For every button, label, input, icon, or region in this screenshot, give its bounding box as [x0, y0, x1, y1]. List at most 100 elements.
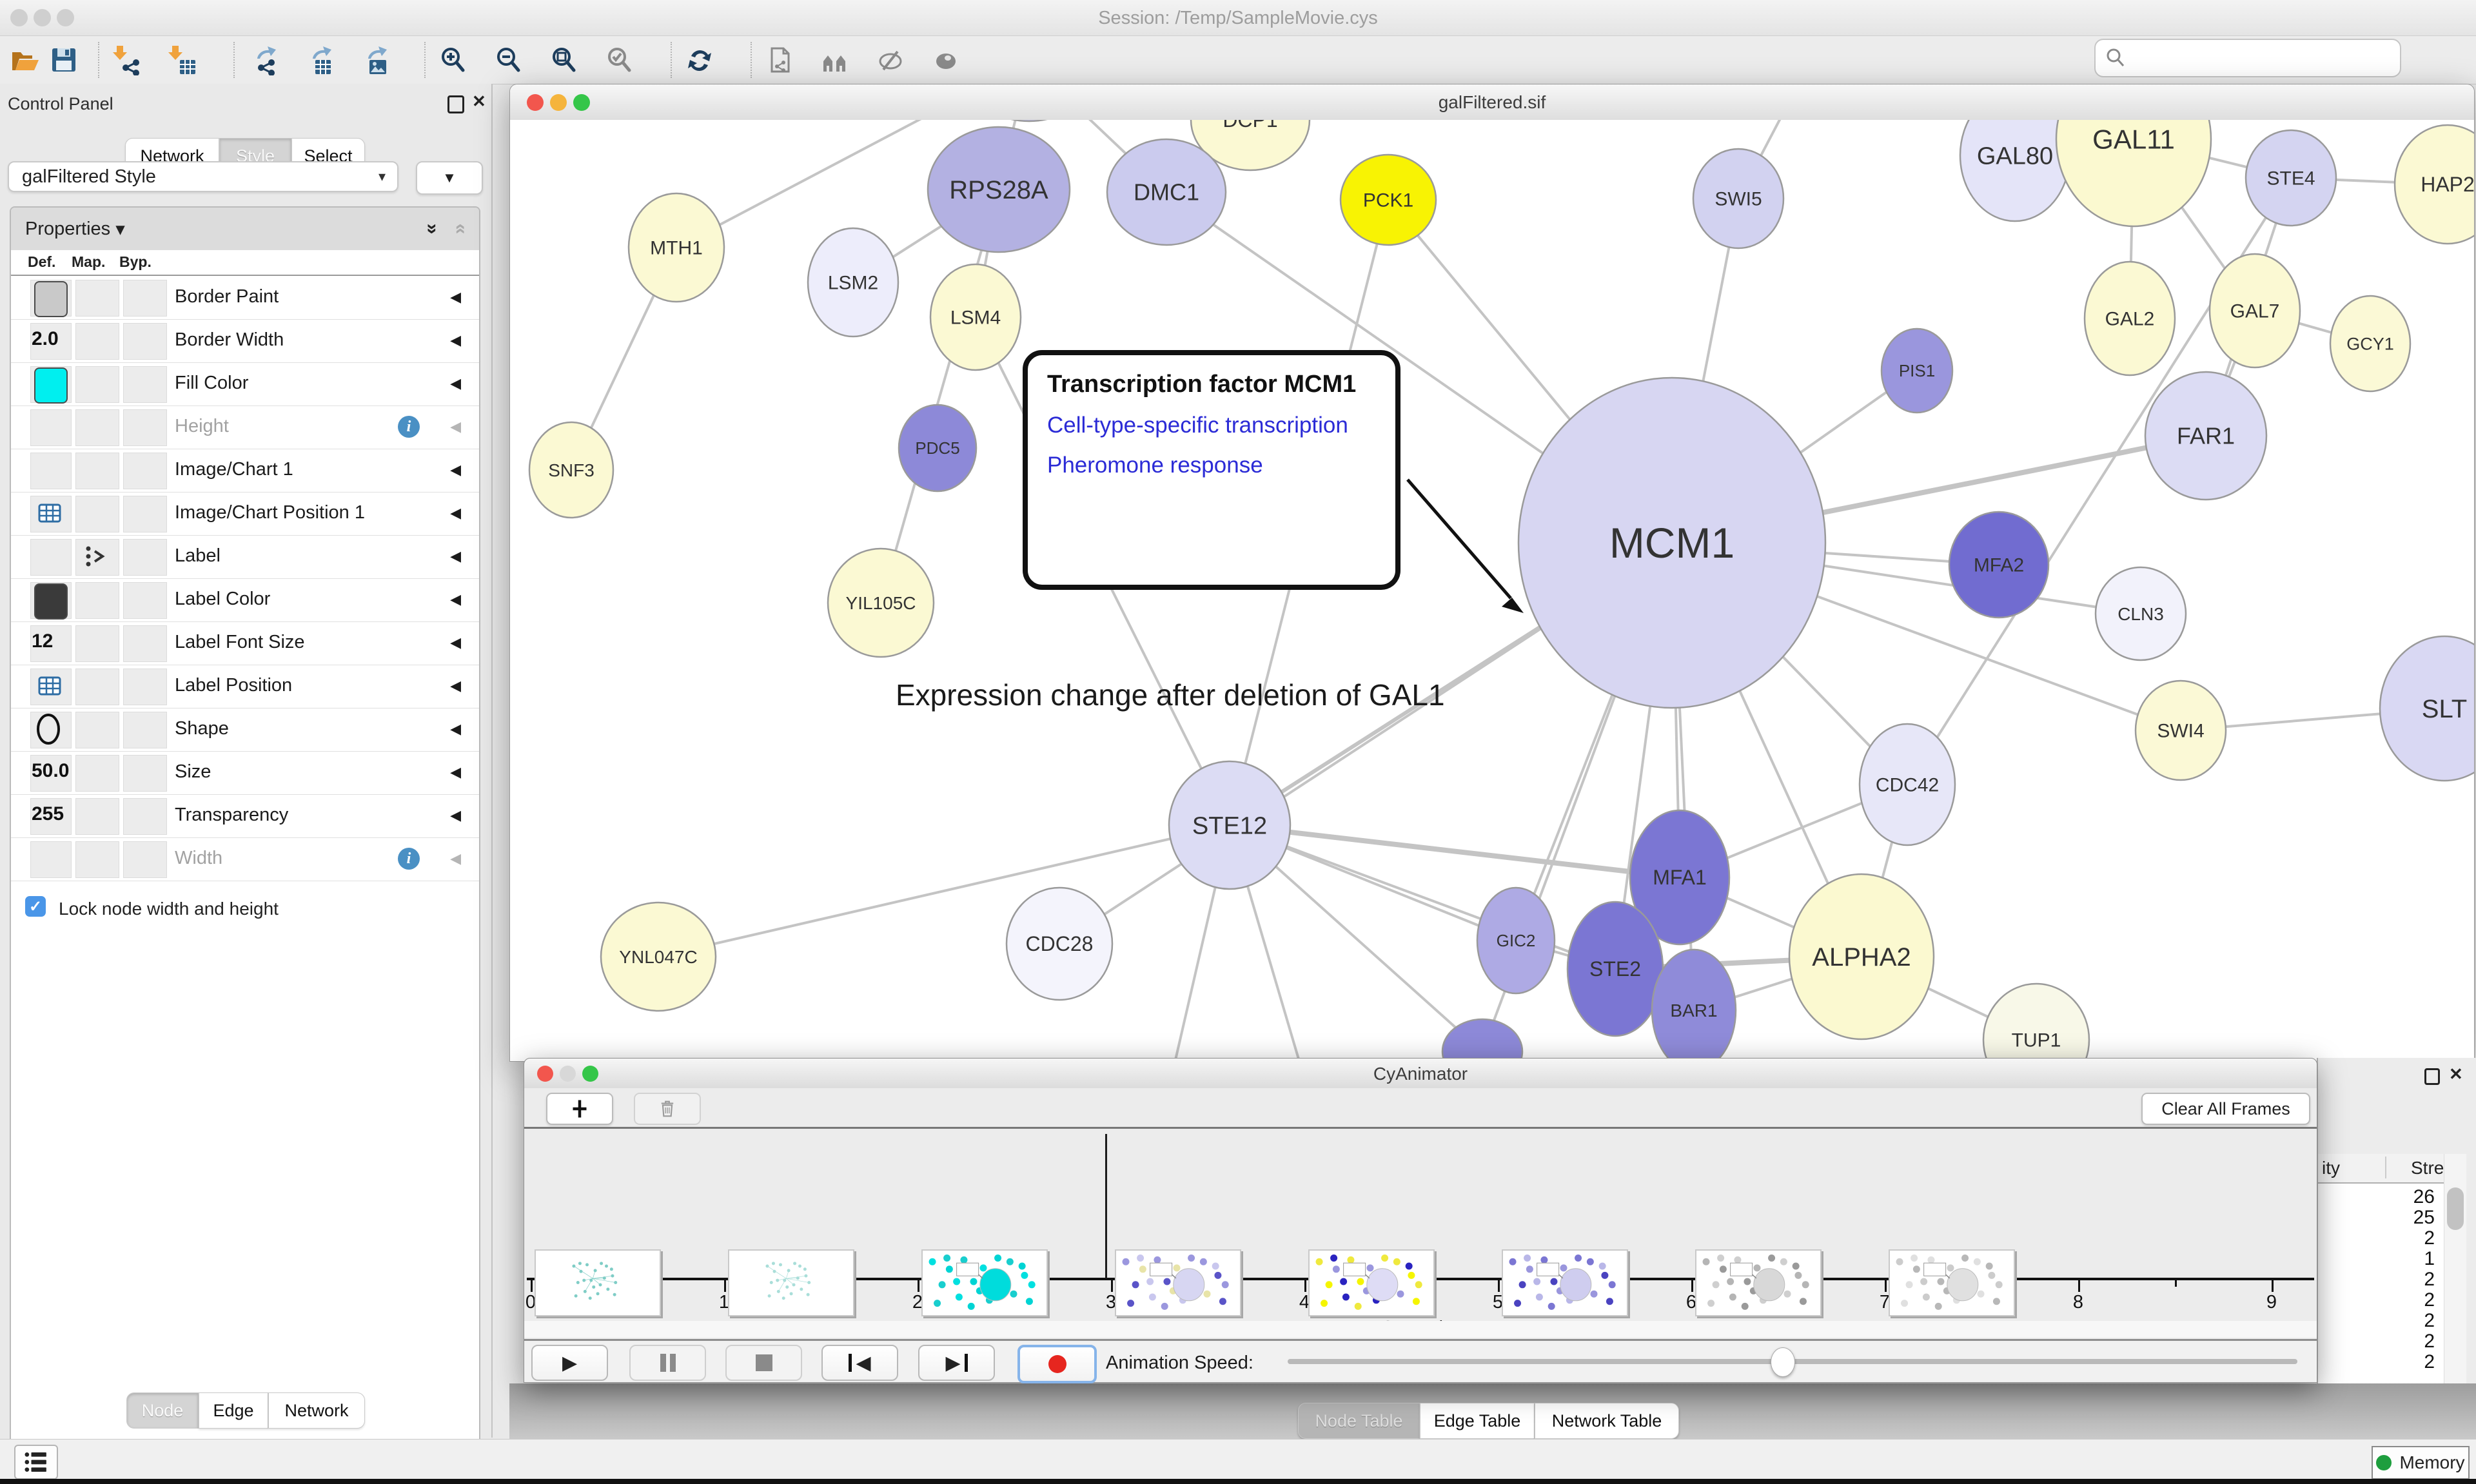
default-value[interactable]: 255: [32, 803, 64, 825]
style-selector[interactable]: galFiltered Style ▾: [8, 161, 398, 192]
mapping-cell[interactable]: [75, 582, 119, 619]
open-icon[interactable]: [9, 44, 41, 76]
collapse-all-icon[interactable]: »: [449, 224, 471, 235]
info-icon[interactable]: i: [398, 848, 420, 870]
search-input[interactable]: [2127, 47, 2374, 69]
frame-thumbnail-1[interactable]: [535, 1249, 661, 1316]
binoculars-icon[interactable]: [819, 44, 851, 76]
import-table-icon[interactable]: [166, 44, 199, 76]
default-cell[interactable]: [30, 453, 72, 489]
mapping-cell[interactable]: [75, 366, 119, 403]
bypass-cell[interactable]: [123, 323, 167, 360]
table-row[interactable]: 2: [2424, 1351, 2435, 1373]
scrollbar-thumb[interactable]: [2447, 1187, 2464, 1230]
frame-timeline[interactable]: 0123456789Seconds: [524, 1129, 2317, 1318]
mapping-cell[interactable]: [75, 409, 119, 446]
timeline-playhead[interactable]: [1105, 1134, 1107, 1278]
bypass-cell[interactable]: [123, 625, 167, 662]
color-swatch[interactable]: [34, 583, 68, 620]
import-network-icon[interactable]: [111, 44, 143, 76]
tab-network[interactable]: Network: [268, 1392, 365, 1429]
bypass-cell[interactable]: [123, 798, 167, 835]
table-scrollbar[interactable]: [2444, 1154, 2466, 1383]
table-row[interactable]: 2: [2424, 1289, 2435, 1311]
default-cell[interactable]: [30, 539, 72, 576]
expand-row-icon[interactable]: ◀: [450, 678, 461, 694]
bypass-cell[interactable]: [123, 841, 167, 878]
expand-row-icon[interactable]: ◀: [450, 764, 461, 781]
property-row-label[interactable]: Label◀: [11, 535, 479, 579]
property-row-height[interactable]: Heighti◀: [11, 405, 479, 449]
mapping-icon[interactable]: [83, 543, 109, 572]
memory-button[interactable]: Memory: [2372, 1446, 2470, 1479]
expand-row-icon[interactable]: ◀: [450, 634, 461, 651]
expand-row-icon[interactable]: ◀: [450, 418, 461, 435]
network-canvas[interactable]: DCP1RPS28ADMC1PCK1SWI5GAL80GAL11STE4HAP2…: [510, 120, 2474, 1060]
clear-all-frames-button[interactable]: Clear All Frames: [2141, 1093, 2310, 1125]
network-annotation[interactable]: Transcription factor MCM1 Cell-type-spec…: [1023, 350, 1400, 590]
bypass-cell[interactable]: [123, 712, 167, 748]
expand-row-icon[interactable]: ◀: [450, 591, 461, 608]
default-value[interactable]: 12: [32, 630, 53, 652]
expand-row-icon[interactable]: ◀: [450, 332, 461, 349]
expand-row-icon[interactable]: ◀: [450, 505, 461, 522]
bypass-cell[interactable]: [123, 453, 167, 489]
search-field[interactable]: [2094, 39, 2401, 77]
zoom-fit-icon[interactable]: [548, 44, 580, 76]
bypass-cell[interactable]: [123, 280, 167, 317]
mapping-cell[interactable]: [75, 453, 119, 489]
mapping-cell[interactable]: [75, 841, 119, 878]
export-table-icon[interactable]: [302, 44, 334, 76]
save-icon[interactable]: [48, 44, 80, 76]
expand-row-icon[interactable]: ◀: [450, 462, 461, 478]
default-cell[interactable]: [30, 841, 72, 878]
eye-hidden-icon[interactable]: [874, 44, 907, 76]
table-row[interactable]: 2: [2424, 1331, 2435, 1352]
frame-thumbnail-8[interactable]: [1889, 1249, 2015, 1316]
mapping-cell[interactable]: [75, 280, 119, 317]
expand-row-icon[interactable]: ◀: [450, 807, 461, 824]
mapping-cell[interactable]: [75, 712, 119, 748]
table-row[interactable]: 2: [2424, 1269, 2435, 1291]
lock-size-checkbox[interactable]: ✓: [25, 896, 46, 917]
property-row-transparency[interactable]: Transparency255◀: [11, 794, 479, 838]
export-image-icon[interactable]: [357, 44, 389, 76]
expand-all-icon[interactable]: »: [422, 224, 444, 235]
zoom-out-icon[interactable]: [493, 44, 525, 76]
frame-thumbnail-2[interactable]: [728, 1249, 854, 1316]
default-cell[interactable]: [30, 409, 72, 446]
bypass-cell[interactable]: [123, 582, 167, 619]
close-panel-icon[interactable]: ✕: [472, 92, 486, 112]
next-frame-button[interactable]: ▶: [918, 1345, 995, 1381]
position-icon[interactable]: [37, 675, 63, 700]
color-swatch[interactable]: [34, 281, 68, 317]
table-row[interactable]: 26: [2413, 1186, 2435, 1208]
add-frame-button[interactable]: [546, 1093, 613, 1125]
zoom-in-icon[interactable]: [437, 44, 469, 76]
default-value[interactable]: 50.0: [32, 760, 69, 782]
bypass-cell[interactable]: [123, 409, 167, 446]
bypass-cell[interactable]: [123, 366, 167, 403]
expand-row-icon[interactable]: ◀: [450, 850, 461, 867]
expand-row-icon[interactable]: ◀: [450, 548, 461, 565]
export-network-icon[interactable]: [246, 44, 279, 76]
mapping-cell[interactable]: [75, 323, 119, 360]
close-panel-icon[interactable]: ✕: [2449, 1064, 2463, 1084]
network-edge[interactable]: [881, 190, 999, 603]
expand-row-icon[interactable]: ◀: [450, 375, 461, 392]
property-row-border-width[interactable]: Border Width2.0◀: [11, 319, 479, 363]
task-history-button[interactable]: [14, 1445, 58, 1479]
frame-thumbnail-6[interactable]: [1502, 1249, 1628, 1316]
bypass-cell[interactable]: [123, 755, 167, 792]
tab-node[interactable]: Node: [126, 1392, 199, 1429]
bypass-cell[interactable]: [123, 496, 167, 532]
table-row[interactable]: 2: [2424, 1227, 2435, 1249]
eye-icon[interactable]: [930, 44, 962, 76]
table-row[interactable]: 2: [2424, 1310, 2435, 1332]
pause-button[interactable]: [629, 1345, 706, 1381]
property-row-shape[interactable]: Shape◀: [11, 708, 479, 752]
refresh-icon[interactable]: [683, 44, 716, 76]
snapshot-doc-icon[interactable]: [763, 44, 796, 76]
property-row-label-position[interactable]: Label Position◀: [11, 665, 479, 708]
property-row-label-font-size[interactable]: Label Font Size12◀: [11, 621, 479, 665]
